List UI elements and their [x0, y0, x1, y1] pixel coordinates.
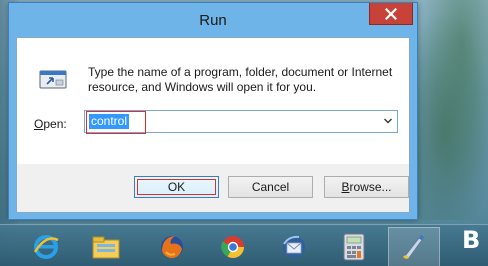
title-bar[interactable]: Run [9, 3, 417, 35]
taskbar-item-calculator[interactable] [328, 227, 380, 266]
ok-button[interactable]: OK [134, 176, 219, 198]
dialog-description: Type the name of a program, folder, docu… [88, 65, 393, 94]
open-input-value[interactable]: control [89, 114, 130, 129]
taskbar-item-chrome[interactable] [207, 227, 259, 266]
taskbar-item-thunderbird[interactable] [268, 227, 320, 266]
firefox-icon [161, 236, 183, 259]
paint-icon [403, 235, 424, 259]
dialog-client-area: Type the name of a program, folder, docu… [16, 37, 410, 213]
run-dialog: Run Type the name of a program, folder, … [8, 2, 418, 220]
file-explorer-icon [92, 236, 120, 259]
cancel-button[interactable]: Cancel [228, 176, 313, 198]
taskbar-item-paint[interactable] [388, 227, 440, 266]
wallpaper-tree [408, 0, 488, 220]
open-label-access-key: O [34, 117, 44, 131]
browse-label-text: rowse... [349, 180, 392, 194]
taskbar-item-file-explorer[interactable] [80, 227, 132, 266]
browse-button[interactable]: Browse... [324, 176, 409, 198]
chevron-down-icon[interactable] [383, 116, 393, 126]
close-icon [385, 7, 397, 20]
browse-access-key: B [341, 180, 350, 194]
partial-taskbar-label: B [462, 226, 481, 254]
chrome-icon [221, 236, 244, 258]
thunderbird-icon [283, 235, 305, 258]
dialog-content-panel [17, 38, 409, 164]
open-combobox[interactable]: control [84, 110, 398, 133]
browse-button-label: Browse... [341, 180, 391, 194]
window-title: Run [199, 12, 227, 29]
desktop: Run Type the name of a program, folder, … [0, 0, 488, 266]
close-button[interactable] [369, 3, 413, 25]
open-label: Open: [34, 117, 67, 131]
run-dialog-icon [39, 70, 67, 89]
internet-explorer-icon [33, 235, 59, 259]
taskbar-item-firefox[interactable] [146, 227, 198, 266]
open-label-text: pen: [43, 117, 67, 131]
ok-button-label: OK [167, 180, 186, 194]
cancel-button-label: Cancel [251, 180, 290, 194]
taskbar [0, 224, 488, 266]
calculator-icon [343, 233, 365, 261]
taskbar-item-internet-explorer[interactable] [20, 227, 72, 266]
